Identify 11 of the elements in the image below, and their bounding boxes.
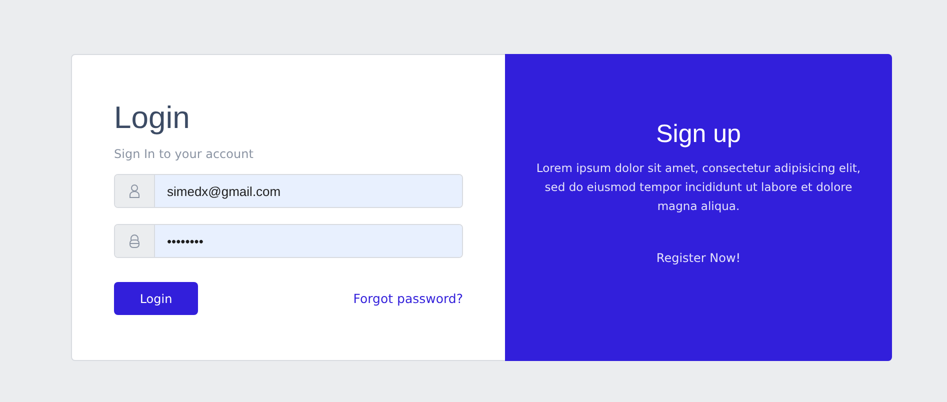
forgot-password-link[interactable]: Forgot password?: [353, 291, 463, 306]
login-subtitle: Sign In to your account: [114, 147, 254, 161]
signup-text: Lorem ipsum dolor sit amet, consectetur adipisicing elit, sed do eiusmod tempor incididunt ut labore et dolore magna aliqua.: [535, 160, 862, 215]
login-button[interactable]: Login: [114, 282, 198, 315]
lock-icon: [129, 234, 140, 248]
password-field[interactable]: ••••••••: [114, 224, 463, 258]
signup-title: Sign up: [656, 120, 741, 149]
login-title: Login: [114, 99, 191, 137]
user-icon: [129, 184, 140, 198]
email-field[interactable]: simedx@gmail.com: [114, 174, 463, 208]
register-button[interactable]: Register Now!: [650, 250, 747, 266]
